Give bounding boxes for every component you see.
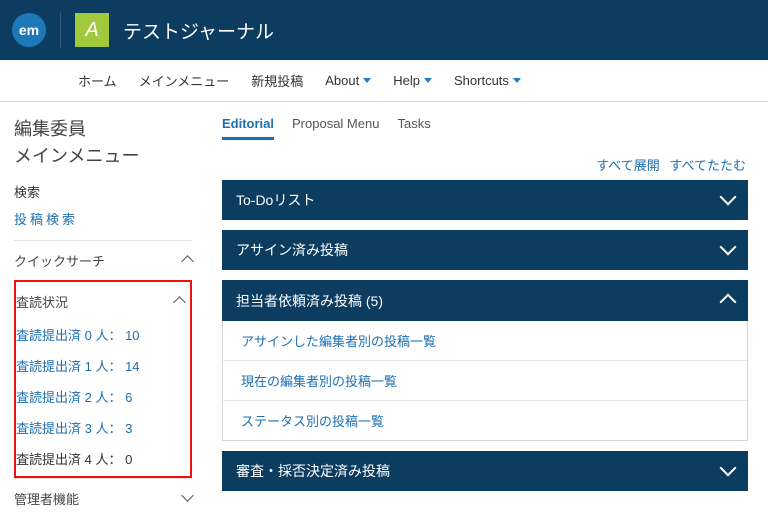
status-item-2[interactable]: 査読提出済 2 人： 6 — [16, 381, 184, 412]
panel-requestor-title: 担当者依頼済み投稿 (5) — [236, 291, 383, 311]
requestor-link-1[interactable]: 現在の編集者別の投稿一覧 — [223, 360, 747, 400]
panel-review-decision-title: 審査・採否決定済み投稿 — [236, 461, 390, 481]
main-tabs: Editorial Proposal Menu Tasks — [222, 116, 748, 141]
journal-title: テストジャーナル — [123, 17, 274, 44]
chevron-up-icon — [175, 294, 184, 310]
chevron-up-icon — [183, 253, 192, 269]
divider — [60, 12, 61, 48]
sidebar-quick-search-label: クイックサーチ — [14, 251, 105, 270]
chevron-down-icon — [363, 78, 371, 83]
status-item-3[interactable]: 査読提出済 3 人： 3 — [16, 412, 184, 443]
status-item-0[interactable]: 査読提出済 0 人： 10 — [16, 319, 184, 350]
panel-todo-title: To-Doリスト — [236, 190, 315, 210]
sidebar-review-status[interactable]: 査読状況 — [16, 284, 184, 319]
tab-editorial[interactable]: Editorial — [222, 116, 274, 140]
nav-shortcuts[interactable]: Shortcuts — [454, 73, 521, 88]
chevron-down-icon — [722, 241, 734, 260]
status-item-4: 査読提出済 4 人： 0 — [16, 443, 184, 474]
chevron-down-icon — [722, 462, 734, 481]
panel-review-decision[interactable]: 審査・採否決定済み投稿 — [222, 451, 748, 491]
tab-proposal[interactable]: Proposal Menu — [292, 116, 379, 140]
nav-about[interactable]: About — [325, 73, 371, 88]
sidebar-title-1: 編集委員 — [14, 116, 192, 143]
status-item-1[interactable]: 査読提出済 1 人： 14 — [16, 350, 184, 381]
em-badge-icon: em — [12, 13, 46, 47]
sidebar-admin-label: 管理者機能 — [14, 489, 79, 508]
chevron-up-icon — [722, 290, 734, 311]
tab-tasks[interactable]: Tasks — [397, 116, 430, 140]
sidebar-submission-search[interactable]: 投稿検索 — [14, 209, 192, 228]
sidebar-admin-functions[interactable]: 管理者機能 — [14, 478, 192, 518]
requestor-link-2[interactable]: ステータス別の投稿一覧 — [223, 400, 747, 440]
expand-collapse-links: すべて展開 すべてたたむ — [222, 155, 746, 174]
main-area: Editorial Proposal Menu Tasks すべて展開 すべてた… — [208, 102, 768, 528]
sidebar-search-label: 検索 — [14, 182, 192, 201]
panel-todo[interactable]: To-Doリスト — [222, 180, 748, 220]
expand-all-link[interactable]: すべて展開 — [596, 158, 660, 173]
app-header: em A テストジャーナル — [0, 0, 768, 60]
sidebar: 編集委員 メインメニュー 検索 投稿検索 クイックサーチ 査読状況 査読提出済 … — [0, 102, 208, 528]
highlight-box: 査読状況 査読提出済 0 人： 10 査読提出済 1 人： 14 査読提出済 2… — [14, 280, 192, 478]
panel-requestor-body: アサインした編集者別の投稿一覧 現在の編集者別の投稿一覧 ステータス別の投稿一覧 — [222, 321, 748, 441]
requestor-link-0[interactable]: アサインした編集者別の投稿一覧 — [223, 321, 747, 360]
nav-main-menu[interactable]: メインメニュー — [139, 71, 230, 90]
chevron-down-icon — [513, 78, 521, 83]
chevron-down-icon — [424, 78, 432, 83]
chevron-down-icon — [722, 191, 734, 210]
journal-logo-icon: A — [75, 13, 109, 47]
sidebar-quick-search[interactable]: クイックサーチ — [14, 240, 192, 280]
chevron-down-icon — [183, 491, 192, 506]
review-status-list: 査読提出済 0 人： 10 査読提出済 1 人： 14 査読提出済 2 人： 6… — [16, 319, 184, 474]
sidebar-title-2: メインメニュー — [14, 143, 192, 170]
panel-requestor[interactable]: 担当者依頼済み投稿 (5) — [222, 280, 748, 321]
nav-home[interactable]: ホーム — [78, 71, 117, 90]
nav-new-submission[interactable]: 新規投稿 — [251, 71, 303, 90]
panel-assigned[interactable]: アサイン済み投稿 — [222, 230, 748, 270]
sidebar-review-status-label: 査読状況 — [16, 292, 68, 311]
panel-assigned-title: アサイン済み投稿 — [236, 240, 348, 260]
top-nav: ホーム メインメニュー 新規投稿 About Help Shortcuts — [0, 60, 768, 102]
nav-help[interactable]: Help — [393, 73, 432, 88]
collapse-all-link[interactable]: すべてたたむ — [669, 158, 746, 173]
